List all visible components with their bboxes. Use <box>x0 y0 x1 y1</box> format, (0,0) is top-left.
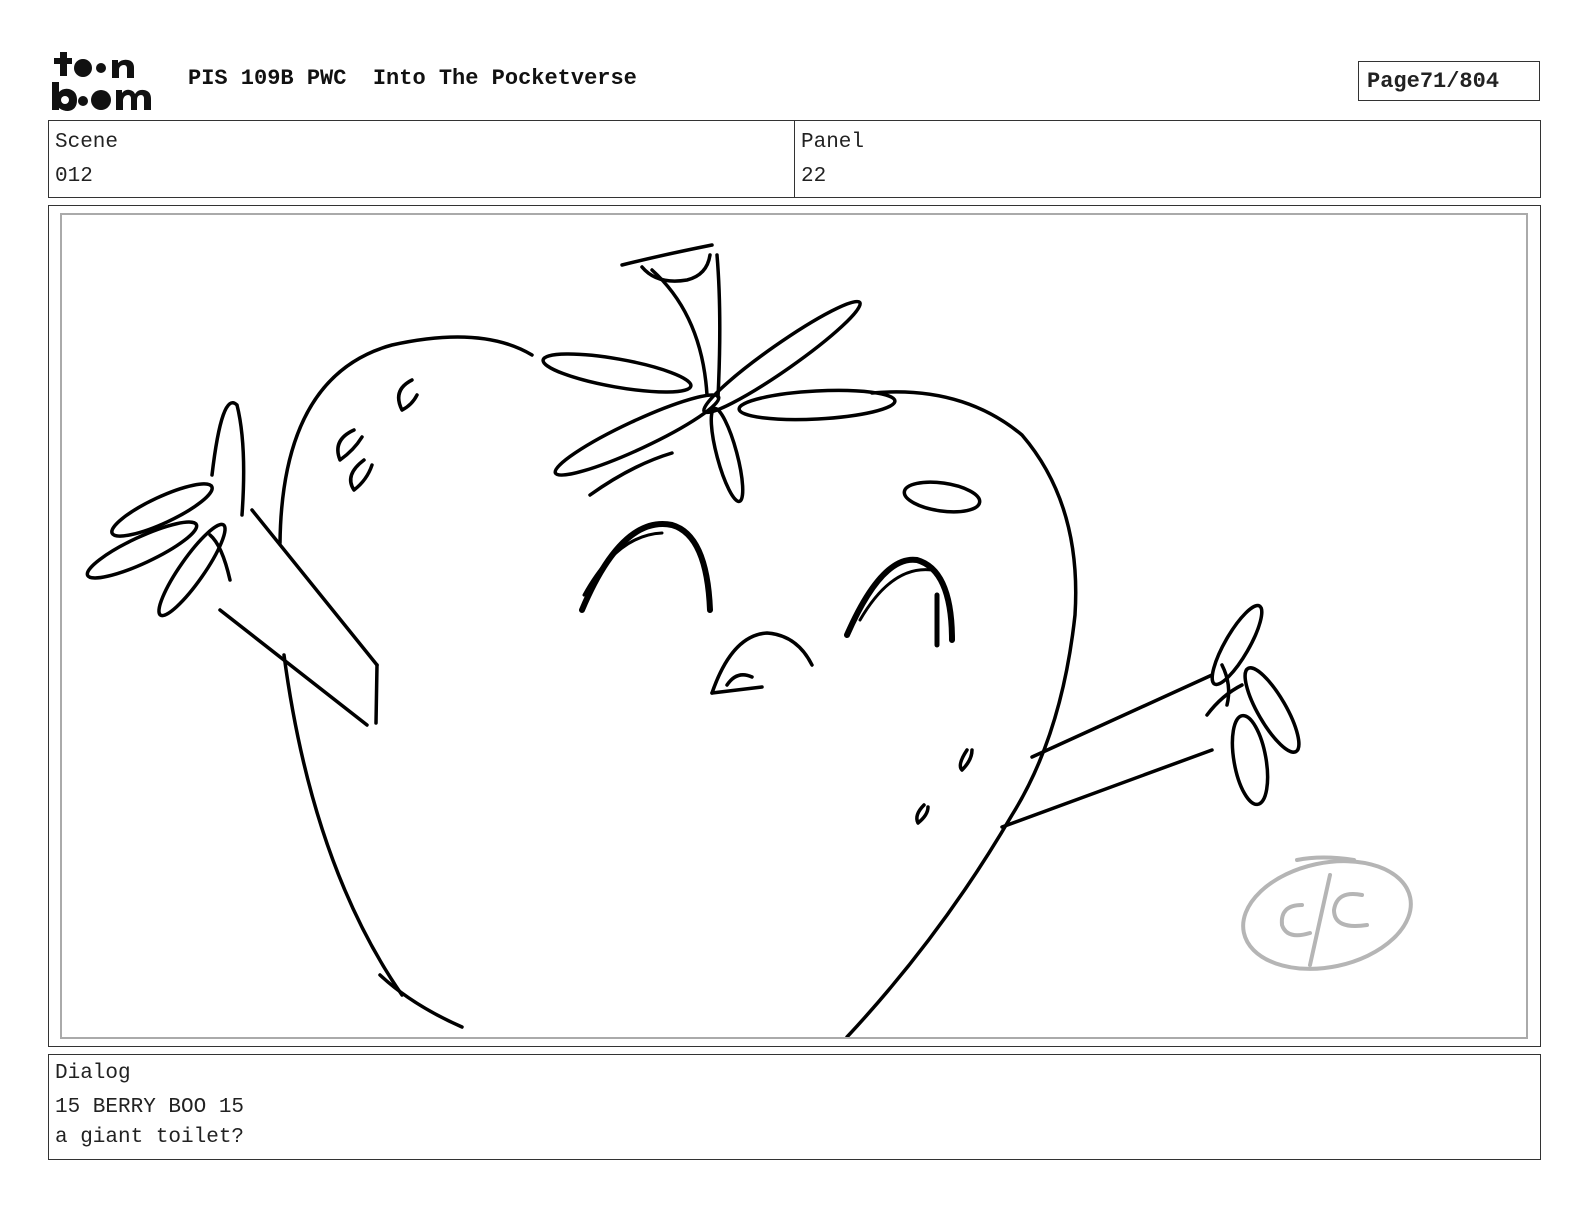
scene-label: Scene <box>55 131 119 154</box>
episode-title: Into The Pocketverse <box>372 66 637 91</box>
production-title: PIS 109B PWC Into The Pocketverse <box>188 66 637 91</box>
page-number: 71/804 <box>1419 68 1500 94</box>
panel-value: 22 <box>801 165 827 188</box>
storyboard-drawing <box>60 213 1528 1039</box>
artist-signature-icon <box>1241 855 1413 971</box>
toon-boom-logo <box>52 52 151 111</box>
strawberry-character-icon <box>85 243 1413 1037</box>
page-indicator: Page 71/804 <box>1358 61 1540 101</box>
scene-cell: Scene 012 <box>49 121 794 197</box>
scene-panel-info: Scene 012 Panel 22 <box>48 120 1541 198</box>
scene-value: 012 <box>55 165 93 188</box>
panel-label: Panel <box>801 131 865 154</box>
production-code: PIS 109B PWC <box>188 66 347 91</box>
dialog-box: Dialog 15 BERRY BOO 15 a giant toilet? <box>48 1054 1541 1160</box>
dialog-text-line: a giant toilet? <box>55 1126 245 1149</box>
page-label: Page <box>1367 68 1420 94</box>
dialog-character-line: 15 BERRY BOO 15 <box>55 1096 245 1119</box>
panel-cell: Panel 22 <box>794 121 1540 197</box>
dialog-label: Dialog <box>55 1062 131 1085</box>
